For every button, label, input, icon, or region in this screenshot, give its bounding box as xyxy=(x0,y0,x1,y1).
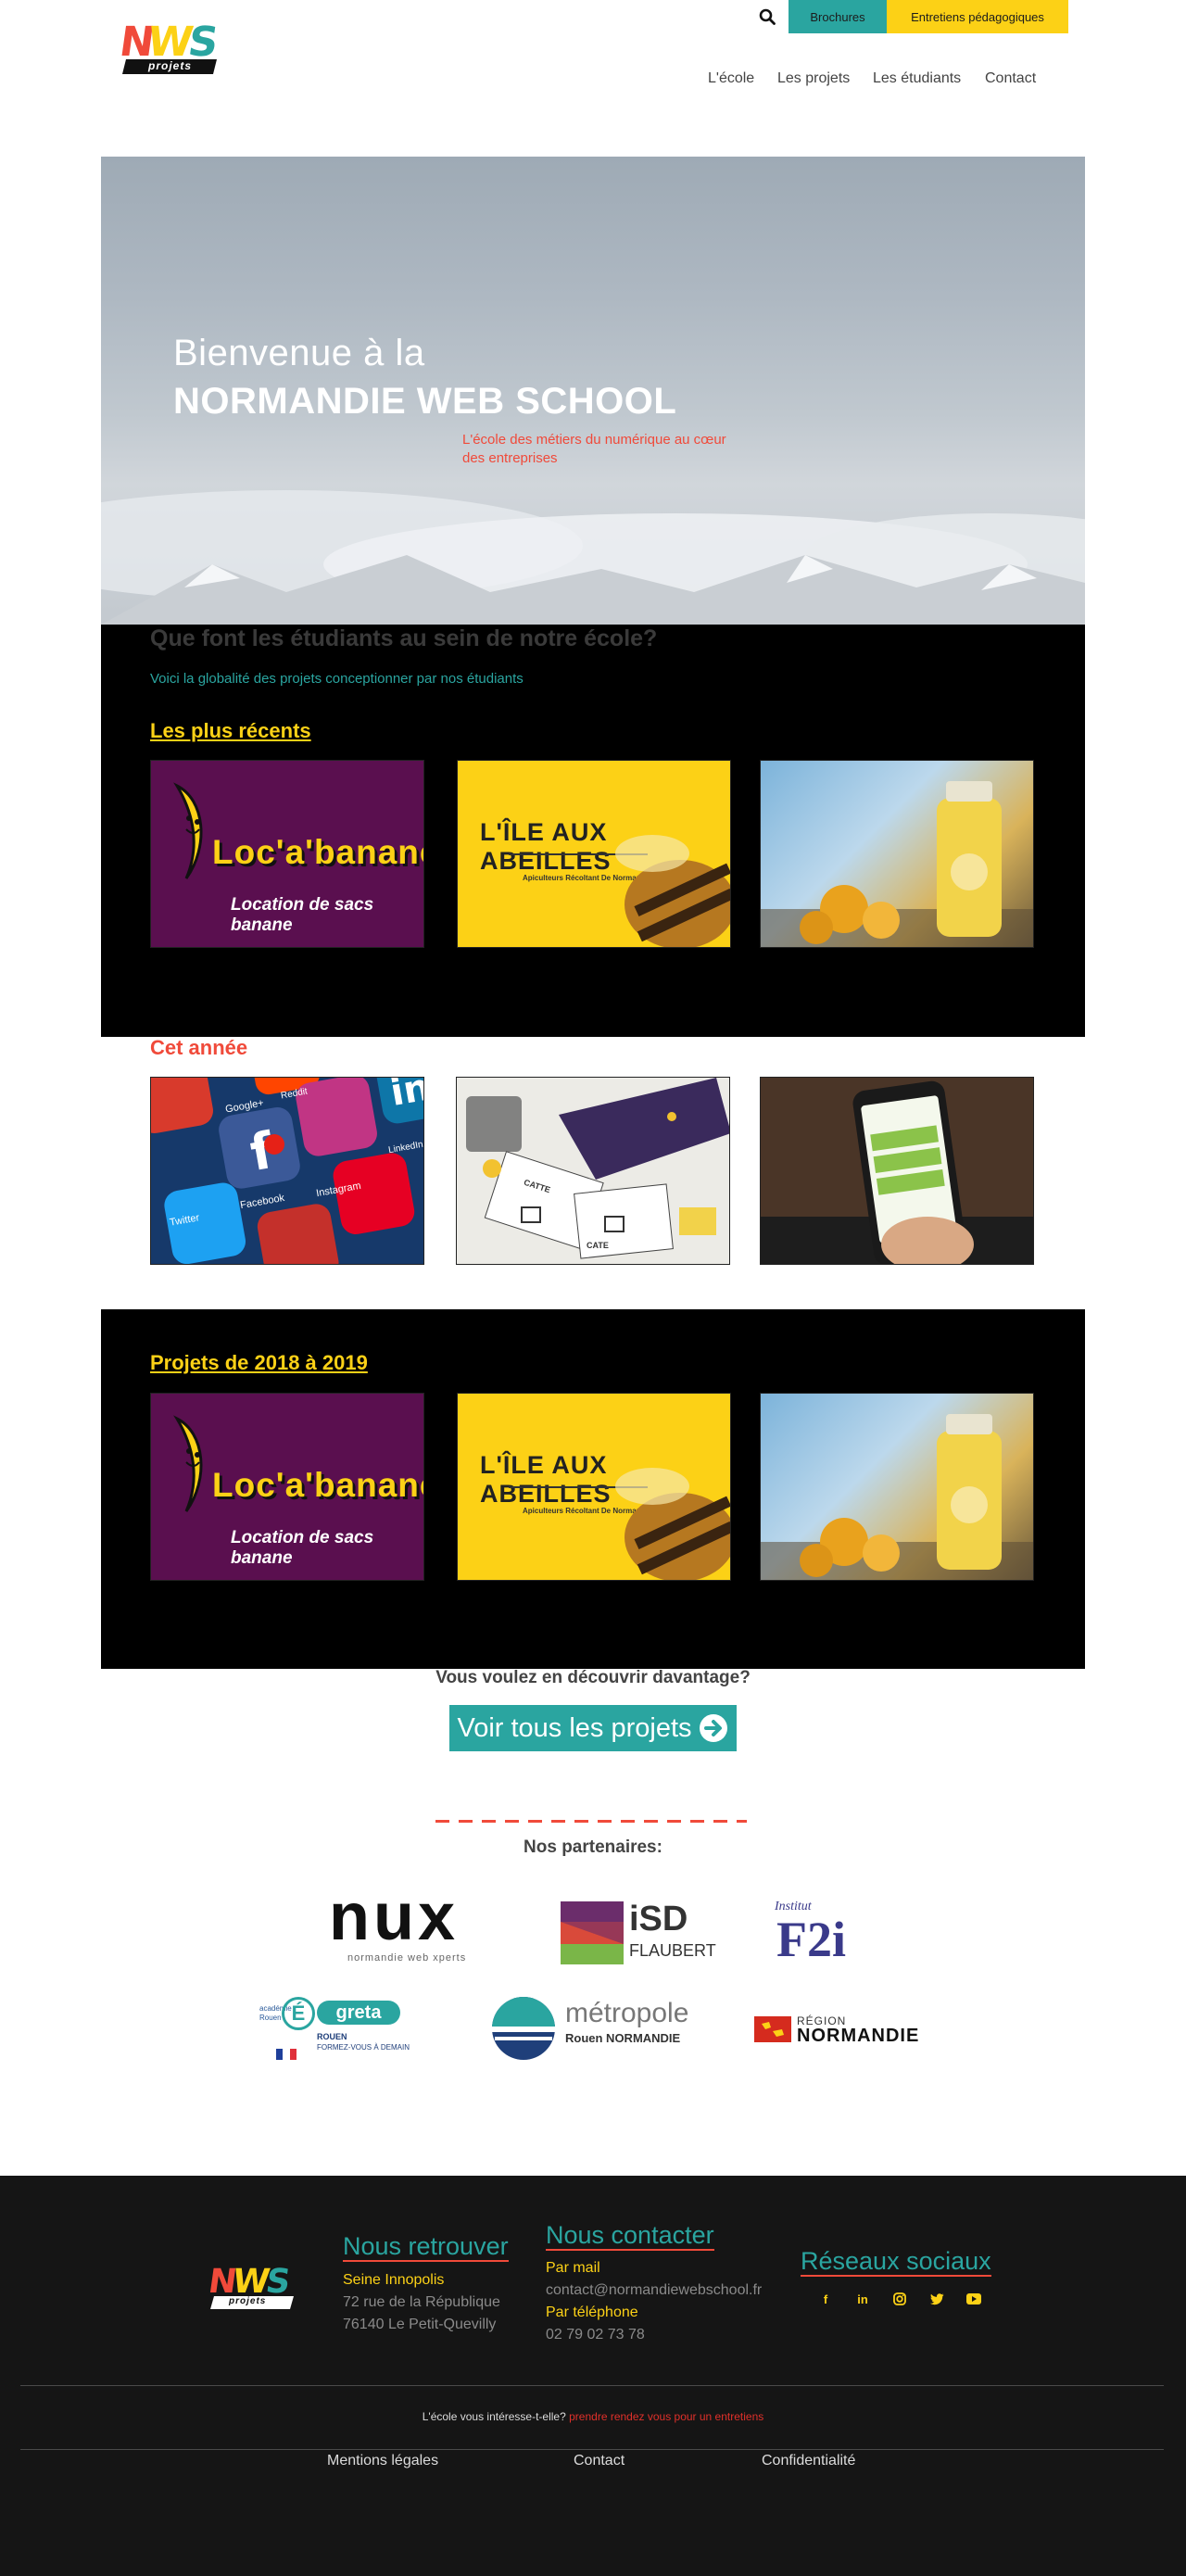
this-year-heading: Cet année xyxy=(150,1036,248,1059)
hero-school-name: NORMANDIE WEB SCHOOL xyxy=(173,381,677,422)
linkedin-icon[interactable]: in xyxy=(853,2290,872,2308)
footer-phone-label: Par téléphone xyxy=(546,2305,638,2320)
greta-sub2: FORMEZ-VOUS À DEMAIN xyxy=(317,2043,410,2052)
sketch-label-2: CATE xyxy=(587,1241,609,1250)
footer-divider-top xyxy=(20,2385,1164,2386)
banana-subtitle: Location de sacs banane xyxy=(231,895,374,935)
footer-address1: 72 rue de la République xyxy=(343,2294,500,2310)
partner-f2i-logo[interactable]: Institut F2i xyxy=(775,1900,877,1968)
banana-title: Loc'a'banane xyxy=(212,1466,424,1504)
search-icon xyxy=(759,8,776,25)
project-card-social[interactable]: f in Google+ Reddit Facebook Instagram L… xyxy=(150,1077,424,1265)
greta-logo-text: greta xyxy=(317,2001,400,2025)
hero-subtitle: L'école des métiers du numérique au cœur… xyxy=(462,432,726,466)
footer-link-privacy[interactable]: Confidentialité xyxy=(762,2453,855,2469)
projects-subtitle: Voici la globalité des projets conceptio… xyxy=(150,671,524,687)
cta-question: Vous voulez en découvrir davantage? xyxy=(435,1668,751,1687)
footer-divider-bottom xyxy=(20,2449,1164,2450)
svg-text:S: S xyxy=(263,2261,293,2301)
sketch-desk-image xyxy=(457,1078,729,1264)
twitter-icon[interactable] xyxy=(927,2290,946,2308)
footer-contact-heading: Nous contacter xyxy=(546,2221,714,2251)
svg-text:in: in xyxy=(387,1078,424,1115)
region-flag-icon xyxy=(754,2016,791,2042)
project-card-app[interactable] xyxy=(760,1077,1034,1265)
see-all-projects-button[interactable]: Voir tous les projets xyxy=(449,1705,737,1751)
footer-link-legal[interactable]: Mentions légales xyxy=(327,2453,438,2469)
nav-etudiants[interactable]: Les étudiants xyxy=(873,70,961,87)
dashed-divider xyxy=(435,1820,747,1823)
cta-button-label: Voir tous les projets xyxy=(457,1712,692,1743)
partner-greta-logo[interactable]: académie Rouen É greta ROUEN FORMEZ-VOUS… xyxy=(259,1997,426,2062)
french-flag-icon xyxy=(276,2049,296,2060)
footer-email[interactable]: contact@normandiewebschool.fr xyxy=(546,2282,762,2299)
metropole-mark-icon xyxy=(492,1997,555,2060)
footer-place: Seine Innopolis xyxy=(343,2272,445,2288)
project-card-bees[interactable]: L'ÎLE AUX ABEILLES Apiculteurs Récoltant… xyxy=(457,760,731,948)
metropole-logo-text: métropole xyxy=(565,1998,689,2028)
recent-heading: Les plus récents xyxy=(150,719,311,742)
instagram-icon[interactable] xyxy=(890,2290,909,2308)
footer-appointment-link[interactable]: prendre rendez vous pour un entretiens xyxy=(569,2410,763,2423)
banana-subtitle: Location de sacs banane xyxy=(231,1528,374,1568)
search-button[interactable] xyxy=(747,0,788,33)
isd-logo-text: iSD xyxy=(629,1900,688,1938)
isd-logo-sub: FLAUBERT xyxy=(629,1941,716,1960)
footer-social-heading: Réseaux sociaux xyxy=(801,2247,991,2277)
archive-card-juice[interactable] xyxy=(760,1393,1034,1581)
banana-icon xyxy=(173,782,203,879)
region-logo-text: NORMANDIE xyxy=(797,2026,920,2046)
footer-link-contact[interactable]: Contact xyxy=(574,2453,625,2469)
footer-logo[interactable]: N W S projets xyxy=(206,2257,301,2313)
facebook-icon[interactable]: f xyxy=(816,2290,835,2308)
logo-subtitle: projets xyxy=(148,59,193,72)
banana-title: Loc'a'banane xyxy=(212,833,424,871)
partner-region-logo[interactable]: RÉGION NORMANDIE xyxy=(754,2013,921,2050)
hero-welcome: Bienvenue à la xyxy=(173,333,425,373)
phone-app-image xyxy=(761,1078,1033,1264)
footer-interest-text: L'école vous intéresse-t-elle? xyxy=(422,2410,566,2423)
social-media-image: f in xyxy=(151,1078,424,1264)
brochures-button[interactable]: Brochures xyxy=(789,0,887,33)
partner-isd-logo[interactable]: iSD FLAUBERT xyxy=(561,1900,716,1966)
project-card-sketch[interactable]: CATTE CATE xyxy=(456,1077,730,1265)
projects-title: Que font les étudiants au sein de notre … xyxy=(150,625,658,651)
juice-bottle-image xyxy=(761,1414,1033,1580)
nwx-logo-sub: normandie web xperts xyxy=(347,1952,467,1964)
archive-heading: Projets de 2018 à 2019 xyxy=(150,1351,368,1374)
archive-card-banana[interactable]: Loc'a'banane Location de sacs banane xyxy=(150,1393,424,1581)
juice-bottle-image xyxy=(761,781,1033,947)
partner-metropole-logo[interactable]: métropole Rouen NORMANDIE xyxy=(491,1994,689,2061)
nwx-logo-text: nux xyxy=(329,1880,460,1954)
nav-projets[interactable]: Les projets xyxy=(777,70,850,87)
entretiens-button[interactable]: Entretiens pédagogiques xyxy=(887,0,1068,33)
partners-title: Nos partenaires: xyxy=(524,1837,662,1857)
partner-nwx-logo[interactable]: nux normandie web xperts xyxy=(329,1884,496,1969)
bee-image xyxy=(615,835,730,947)
bee-image xyxy=(615,1468,730,1580)
nav-ecole[interactable]: L'école xyxy=(708,70,754,87)
banana-icon xyxy=(173,1415,203,1512)
project-card-juice[interactable] xyxy=(760,760,1034,948)
footer-phone[interactable]: 02 79 02 73 78 xyxy=(546,2327,645,2343)
footer-address2: 76140 Le Petit-Quevilly xyxy=(343,2317,497,2332)
greta-sub1: ROUEN xyxy=(317,2032,347,2041)
footer-find-us-heading: Nous retrouver xyxy=(343,2232,509,2262)
f2i-logo-text: F2i xyxy=(776,1912,846,1967)
footer-logo-sub: projets xyxy=(229,2296,267,2306)
footer-mail-label: Par mail xyxy=(546,2260,600,2276)
footer-interest-line: L'école vous intéresse-t-elle? prendre r… xyxy=(0,2410,1186,2423)
arrow-circle-right-icon xyxy=(699,1714,727,1742)
isd-mark-icon xyxy=(561,1901,624,1964)
archive-card-bees[interactable]: L'ÎLE AUX ABEILLES Apiculteurs Récoltant… xyxy=(457,1393,731,1581)
hero-banner: Bienvenue à la NORMANDIE WEB SCHOOL L'éc… xyxy=(101,157,1085,625)
youtube-icon[interactable] xyxy=(965,2290,983,2308)
nav-contact[interactable]: Contact xyxy=(985,70,1036,87)
nws-logo[interactable]: N W S projets xyxy=(117,13,228,78)
project-card-banana[interactable]: Loc'a'banane Location de sacs banane xyxy=(150,760,424,948)
metropole-logo-sub: Rouen NORMANDIE xyxy=(565,2031,681,2045)
